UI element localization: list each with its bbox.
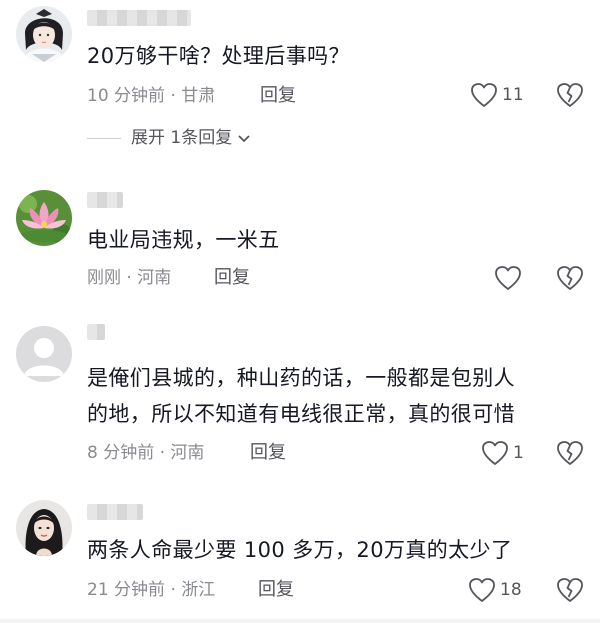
comment-item: 20万够干啥？处理后事吗？ 10 分钟前 · 甘肃 回复 11 展开 1条回复 bbox=[0, 0, 600, 165]
comment-text: 20万够干啥？处理后事吗？ bbox=[87, 44, 350, 68]
reply-button[interactable]: 回复 bbox=[214, 266, 250, 290]
avatar[interactable] bbox=[16, 190, 72, 246]
comment-item: 是俺们县城的，种山药的话，一般都是包别人 的地，所以不知道有电线很正常，真的很可… bbox=[0, 310, 600, 480]
like-count: 11 bbox=[502, 85, 524, 105]
comment-text-line-1: 是俺们县城的，种山药的话，一般都是包别人 bbox=[87, 366, 515, 390]
heart-outline-icon bbox=[482, 441, 508, 465]
avatar[interactable] bbox=[16, 6, 72, 62]
comment-list: 20万够干啥？处理后事吗？ 10 分钟前 · 甘肃 回复 11 展开 1条回复 bbox=[0, 0, 600, 623]
comment-meta: 21 分钟前 · 浙江 bbox=[87, 580, 216, 600]
broken-heart-icon[interactable] bbox=[556, 440, 584, 466]
cutoff-edge bbox=[0, 619, 600, 623]
username[interactable] bbox=[87, 324, 105, 340]
like-button[interactable] bbox=[494, 265, 526, 291]
reply-button[interactable]: 回复 bbox=[258, 578, 294, 602]
comment-meta: 刚刚 · 河南 bbox=[87, 268, 172, 288]
like-count: 1 bbox=[513, 443, 524, 463]
heart-outline-icon bbox=[471, 83, 497, 107]
divider bbox=[87, 137, 121, 139]
reply-button[interactable]: 回复 bbox=[250, 441, 286, 465]
chevron-down-icon bbox=[238, 135, 250, 143]
avatar[interactable] bbox=[16, 500, 72, 556]
heart-outline-icon bbox=[495, 266, 521, 290]
broken-heart-icon[interactable] bbox=[556, 577, 584, 603]
expand-replies-label: 展开 1条回复 bbox=[131, 128, 233, 148]
like-button[interactable]: 18 bbox=[468, 577, 522, 603]
username[interactable] bbox=[87, 192, 123, 208]
comment-item: 电业局违规，一米五 刚刚 · 河南 回复 bbox=[0, 180, 600, 310]
like-button[interactable]: 1 bbox=[481, 440, 524, 466]
comment-meta: 8 分钟前 · 河南 bbox=[87, 443, 205, 463]
username[interactable] bbox=[87, 10, 191, 26]
broken-heart-icon[interactable] bbox=[556, 265, 584, 291]
like-count: 18 bbox=[500, 580, 522, 600]
reply-button[interactable]: 回复 bbox=[260, 84, 296, 108]
comment-text: 两条人命最少要 100 多万，20万真的太少了 bbox=[87, 538, 513, 562]
like-button[interactable]: 11 bbox=[470, 82, 524, 108]
broken-heart-icon[interactable] bbox=[556, 82, 584, 108]
avatar[interactable] bbox=[16, 326, 72, 382]
comment-text: 电业局违规，一米五 bbox=[87, 228, 280, 252]
comment-item: 两条人命最少要 100 多万，20万真的太少了 21 分钟前 · 浙江 回复 1… bbox=[0, 490, 600, 619]
comment-text-line-2: 的地，所以不知道有电线很正常，真的很可惜 bbox=[87, 402, 515, 426]
expand-replies-button[interactable]: 展开 1条回复 bbox=[87, 126, 252, 150]
comment-meta: 10 分钟前 · 甘肃 bbox=[87, 86, 216, 106]
heart-outline-icon bbox=[469, 578, 495, 602]
username[interactable] bbox=[87, 504, 143, 520]
